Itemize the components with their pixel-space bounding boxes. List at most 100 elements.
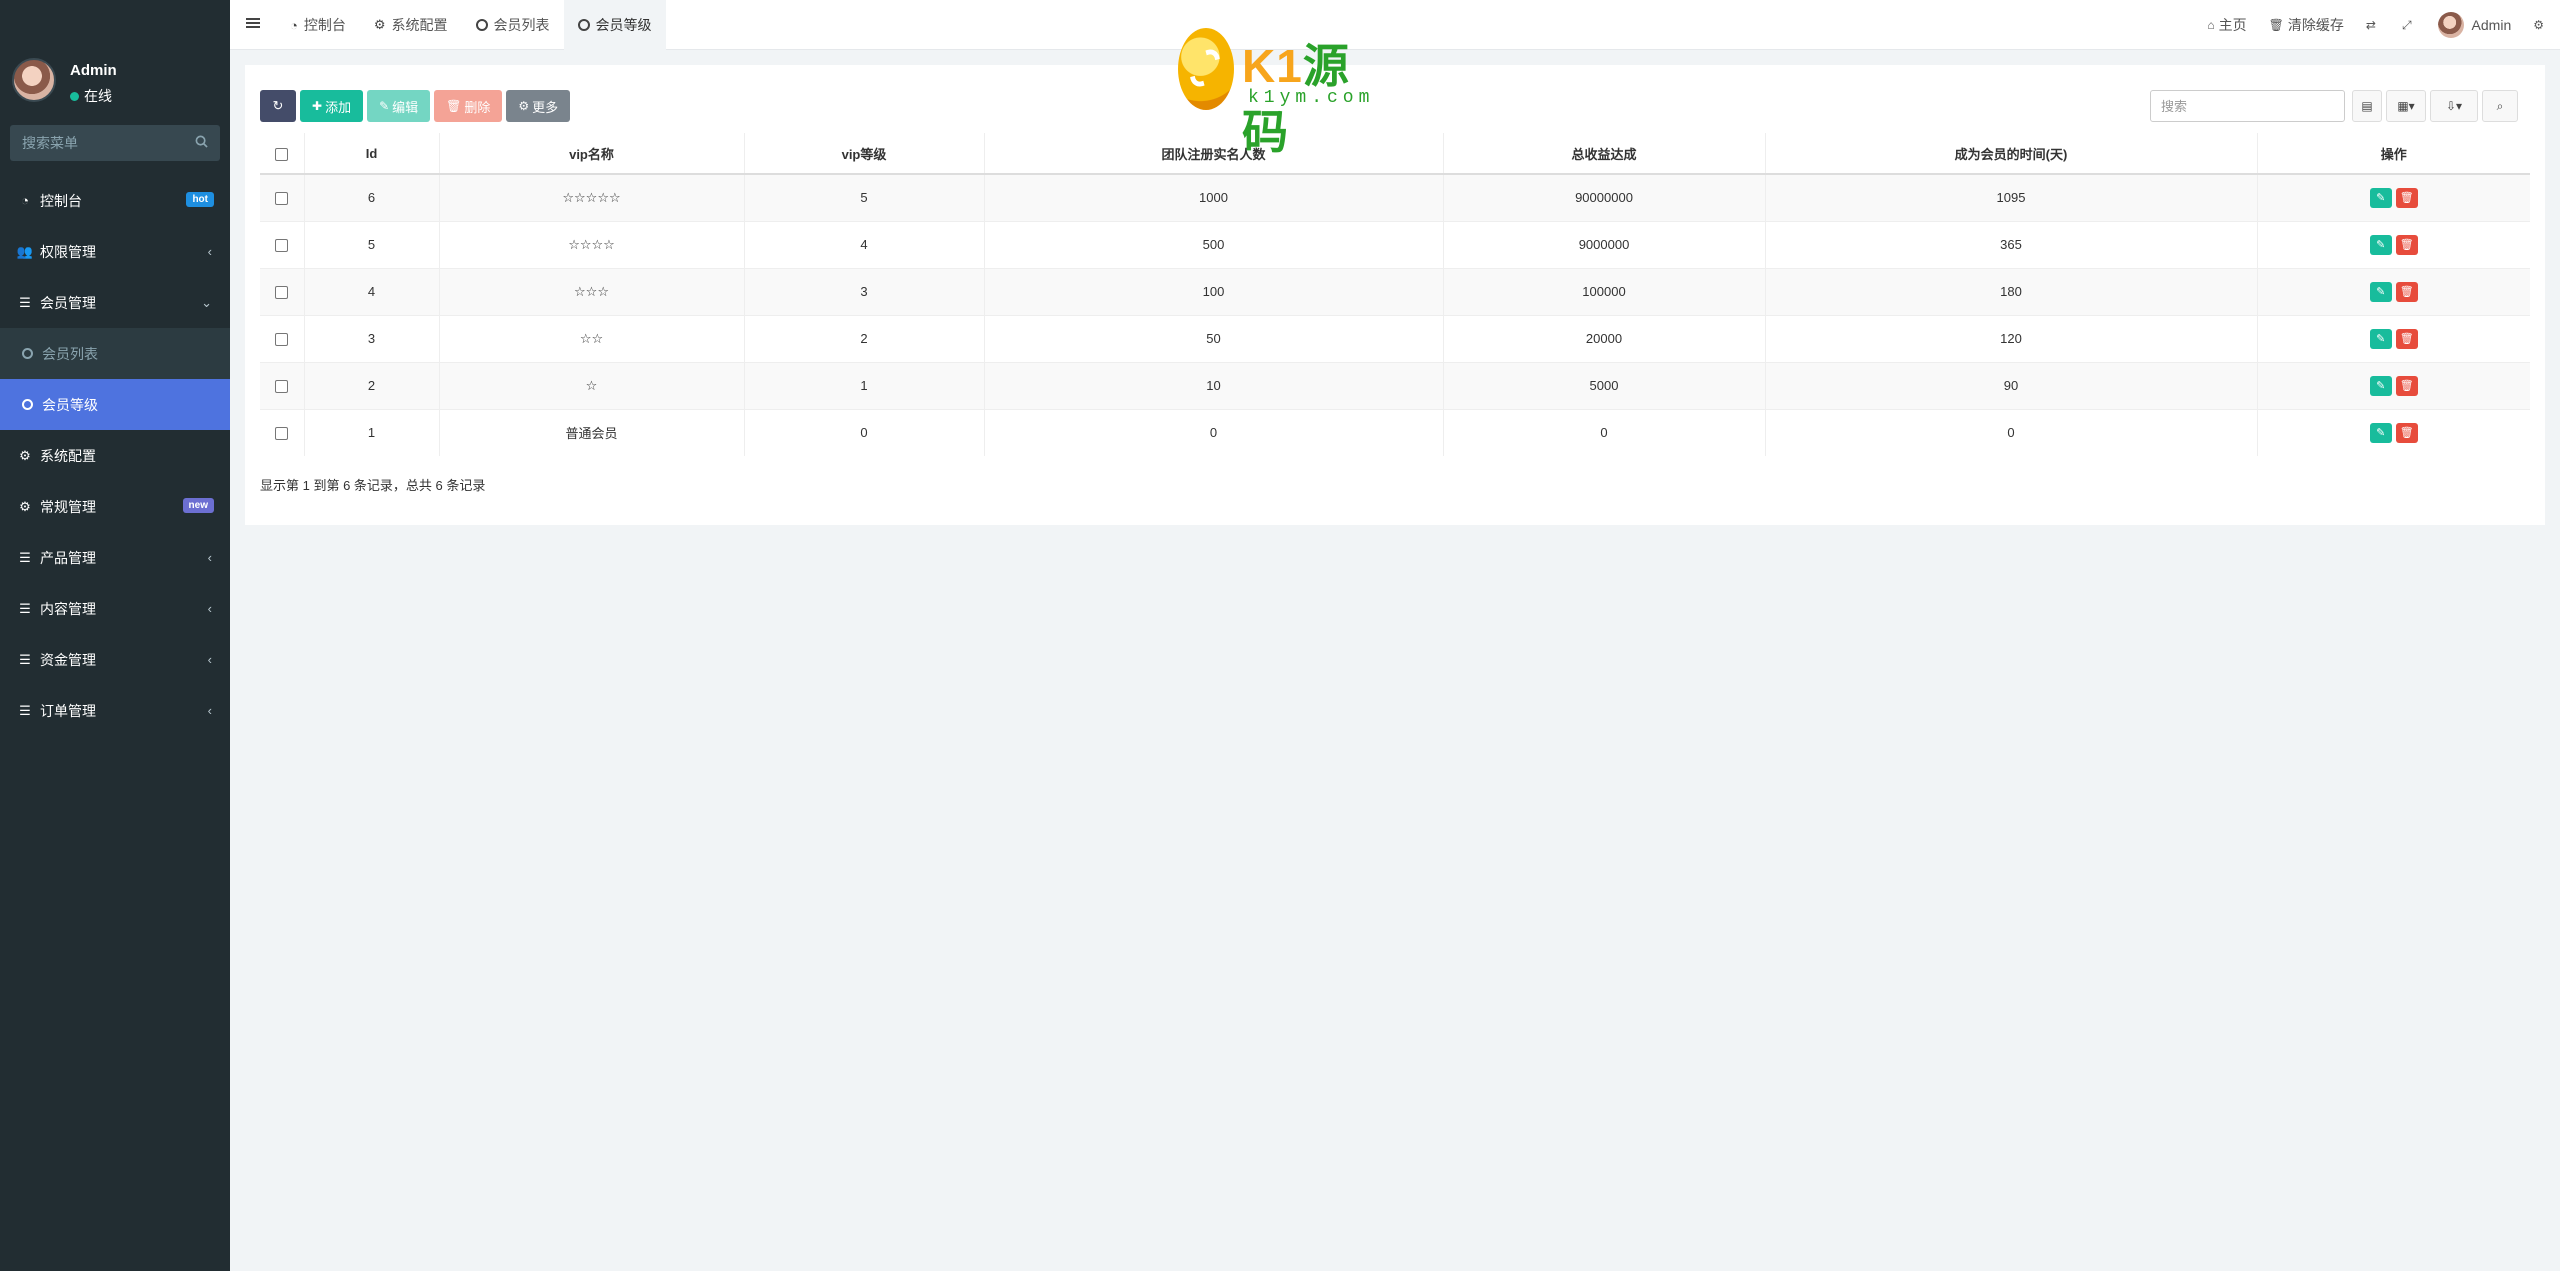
column-header[interactable]: Id bbox=[304, 133, 440, 175]
select-all-checkbox[interactable] bbox=[275, 147, 289, 161]
row-checkbox[interactable] bbox=[275, 192, 289, 206]
row-checkbox[interactable] bbox=[275, 380, 289, 394]
table-cell: 5 bbox=[744, 173, 985, 221]
table-cell: 100000 bbox=[1443, 267, 1766, 315]
table-row[interactable]: 5 ☆☆☆☆ 4 500 9000000 365 ✎ 🗑 bbox=[260, 220, 2530, 268]
column-header[interactable]: 成为会员的时间(天) bbox=[1765, 133, 2258, 175]
sidebar-item-funds[interactable]: ☰ 资金管理 ‹ bbox=[0, 634, 230, 685]
row-edit-button[interactable]: ✎ bbox=[2369, 375, 2392, 396]
gears-icon: ⚙ bbox=[19, 498, 31, 514]
trash-icon: 🗑 bbox=[2399, 192, 2414, 205]
toggle-view-button[interactable]: ▤ bbox=[2352, 90, 2382, 122]
sidebar-item-members[interactable]: ☰ 会员管理 ⌄ bbox=[0, 277, 230, 328]
sidebar-item-permissions[interactable]: 👥 权限管理 ‹ bbox=[0, 226, 230, 277]
sidebar-item-system-config[interactable]: ⚙ 系统配置 bbox=[0, 430, 230, 481]
row-edit-button[interactable]: ✎ bbox=[2369, 234, 2392, 255]
row-edit-button[interactable]: ✎ bbox=[2369, 281, 2392, 302]
table-cell: 20000 bbox=[1443, 314, 1766, 362]
advanced-search-button[interactable]: ⌕ bbox=[2482, 90, 2518, 122]
sidebar-item-orders[interactable]: ☰ 订单管理 ‹ bbox=[0, 685, 230, 736]
table-cell: 普通会员 bbox=[439, 408, 745, 456]
table-row[interactable]: 6 ☆☆☆☆☆ 5 1000 90000000 1095 ✎ 🗑 bbox=[260, 173, 2530, 221]
table-search-input[interactable] bbox=[2150, 90, 2345, 122]
column-header[interactable]: 总收益达成 bbox=[1443, 133, 1766, 175]
column-header[interactable]: vip名称 bbox=[439, 133, 745, 175]
table-cell: 365 bbox=[1765, 220, 2258, 268]
pencil-icon: ✎ bbox=[2376, 192, 2386, 205]
trash-icon: 🗑 bbox=[2399, 380, 2414, 392]
trash-icon: 🗑 bbox=[2399, 427, 2414, 440]
more-button[interactable]: ⚙ 更多 bbox=[506, 90, 571, 122]
columns-button[interactable]: ▦▾ bbox=[2386, 90, 2426, 122]
row-edit-button[interactable]: ✎ bbox=[2369, 187, 2392, 208]
clear-cache-button[interactable]: 🗑 清除缓存 bbox=[2269, 15, 2344, 35]
sidebar-item-member-level[interactable]: 会员等级 bbox=[0, 379, 230, 430]
sidebar-item-general[interactable]: ⚙ 常规管理 new bbox=[0, 481, 230, 532]
table-row[interactable]: 3 ☆☆ 2 50 20000 120 ✎ 🗑 bbox=[260, 314, 2530, 362]
more-label: 更多 bbox=[532, 99, 559, 115]
pencil-icon: ✎ bbox=[2376, 380, 2386, 392]
translate-button[interactable]: ⇄ bbox=[2366, 18, 2380, 32]
delete-button[interactable]: 🗑 删除 bbox=[434, 90, 503, 122]
table-cell: 9000000 bbox=[1443, 220, 1766, 268]
row-delete-button[interactable]: 🗑 bbox=[2395, 328, 2418, 349]
sidebar: Admin 在线 ◔ 控制台 hot 👥 权限管理 ‹ ☰ 会员管理 ⌄ 会员列… bbox=[0, 0, 230, 1271]
row-checkbox[interactable] bbox=[275, 427, 289, 441]
table-cell: 0 bbox=[1443, 408, 1766, 456]
table-cell: ☆☆☆☆☆ bbox=[439, 173, 745, 221]
tab-member-level[interactable]: 会员等级 bbox=[563, 0, 666, 50]
export-button[interactable]: ⇩▾ bbox=[2430, 90, 2478, 122]
table-row[interactable]: 2 ☆ 1 10 5000 90 ✎ 🗑 bbox=[260, 361, 2530, 409]
chevron-left-icon: ‹ bbox=[207, 703, 212, 718]
pencil-icon: ✎ bbox=[2376, 427, 2386, 440]
row-edit-button[interactable]: ✎ bbox=[2369, 422, 2392, 443]
table-row[interactable]: 1 普通会员 0 0 0 0 ✎ 🗑 bbox=[260, 408, 2530, 456]
home-icon: ⌂ bbox=[2207, 18, 2215, 32]
row-checkbox[interactable] bbox=[275, 239, 289, 253]
tab-member-list[interactable]: 会员列表 bbox=[462, 0, 564, 50]
user-menu[interactable]: Admin bbox=[2437, 12, 2511, 38]
toolbar: ↻ ✚ 添加 ✎ 编辑 🗑 删除 ⚙ 更多 bbox=[260, 90, 574, 122]
search-icon[interactable] bbox=[195, 135, 208, 148]
trash-icon: 🗑 bbox=[2268, 18, 2284, 32]
column-header[interactable]: vip等级 bbox=[744, 133, 985, 175]
home-link[interactable]: ⌂ 主页 bbox=[2207, 15, 2246, 35]
tab-dashboard[interactable]: ◔ 控制台 bbox=[276, 0, 360, 50]
select-all-header bbox=[260, 133, 305, 175]
row-delete-button[interactable]: 🗑 bbox=[2395, 234, 2418, 255]
row-delete-button[interactable]: 🗑 bbox=[2395, 375, 2418, 396]
row-actions: ✎ 🗑 bbox=[2257, 314, 2530, 362]
row-actions: ✎ 🗑 bbox=[2257, 361, 2530, 409]
edit-button[interactable]: ✎ 编辑 bbox=[367, 90, 431, 122]
table-cell: 2 bbox=[744, 314, 985, 362]
table-row[interactable]: 4 ☆☆☆ 3 100 100000 180 ✎ 🗑 bbox=[260, 267, 2530, 315]
sidebar-item-dashboard[interactable]: ◔ 控制台 hot bbox=[0, 175, 230, 226]
row-checkbox[interactable] bbox=[275, 286, 289, 300]
row-delete-button[interactable]: 🗑 bbox=[2395, 187, 2418, 208]
row-edit-button[interactable]: ✎ bbox=[2369, 328, 2392, 349]
row-delete-button[interactable]: 🗑 bbox=[2395, 281, 2418, 302]
chevron-down-icon: ⌄ bbox=[201, 295, 212, 310]
pencil-icon: ✎ bbox=[2376, 333, 2386, 345]
sidebar-item-member-list[interactable]: 会员列表 bbox=[0, 328, 230, 379]
table-cell: 5 bbox=[304, 220, 440, 268]
settings-button[interactable]: ⚙ bbox=[2533, 18, 2548, 32]
sidebar-item-content[interactable]: ☰ 内容管理 ‹ bbox=[0, 583, 230, 634]
menu-toggle-icon[interactable] bbox=[246, 16, 260, 30]
row-select-cell bbox=[260, 220, 305, 268]
refresh-button[interactable]: ↻ bbox=[260, 90, 296, 122]
sidebar-item-label: 会员管理 bbox=[40, 294, 96, 311]
tab-label: 控制台 bbox=[303, 17, 346, 33]
row-delete-button[interactable]: 🗑 bbox=[2395, 422, 2418, 443]
members-submenu: 会员列表 会员等级 bbox=[0, 328, 230, 430]
add-button[interactable]: ✚ 添加 bbox=[300, 90, 364, 122]
fullscreen-button[interactable]: ⤢ bbox=[2402, 18, 2416, 33]
member-level-table: Id vip名称 vip等级 团队注册实名人数 总收益达成 成为会员的时间(天)… bbox=[260, 133, 2530, 456]
sidebar-item-label: 内容管理 bbox=[40, 600, 96, 617]
sidebar-item-products[interactable]: ☰ 产品管理 ‹ bbox=[0, 532, 230, 583]
table-cell: 1 bbox=[744, 361, 985, 409]
row-checkbox[interactable] bbox=[275, 333, 289, 347]
sidebar-search-input[interactable] bbox=[10, 125, 180, 161]
tab-system-config[interactable]: ⚙ 系统配置 bbox=[360, 0, 462, 50]
export-icon: ⇩▾ bbox=[2445, 99, 2463, 113]
